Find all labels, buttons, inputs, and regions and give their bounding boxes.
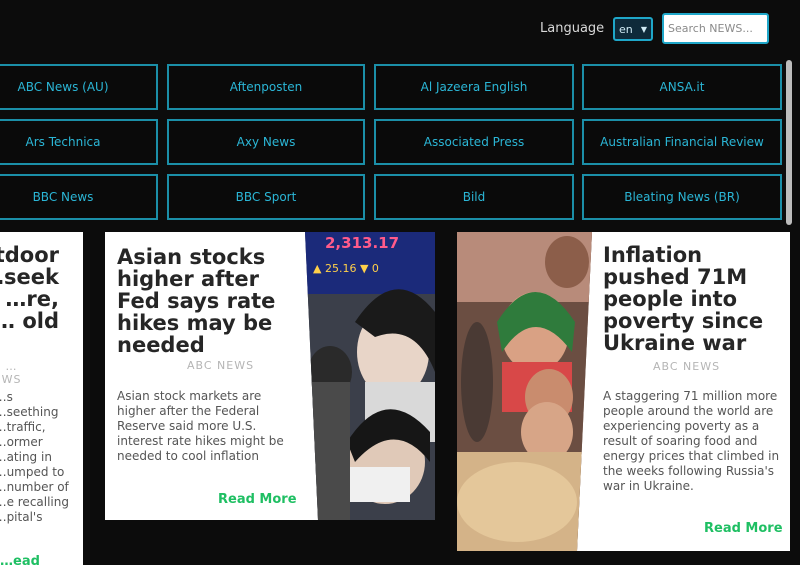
chevron-down-icon: ▼: [640, 24, 647, 34]
source-button[interactable]: Ars Technica: [0, 119, 158, 165]
article-description: A staggering 71 million more people arou…: [603, 389, 780, 493]
photo-graphic: [305, 232, 435, 520]
language-select[interactable]: en ▼: [613, 17, 653, 41]
article-source: ABC NEWS: [187, 359, 255, 372]
source-button[interactable]: BBC Sport: [167, 174, 365, 220]
source-button[interactable]: BBC News: [0, 174, 158, 220]
article-title: …tdoor …seek …re, … old: [0, 243, 59, 333]
search-placeholder: Search NEWS...: [668, 22, 753, 35]
source-button[interactable]: Axy News: [167, 119, 365, 165]
source-button[interactable]: Aftenposten: [167, 64, 365, 110]
article-description: Asian stock markets are higher after the…: [117, 389, 284, 463]
search-input[interactable]: Search NEWS...: [662, 13, 769, 44]
source-button[interactable]: Bild: [374, 174, 574, 220]
language-value: en: [619, 22, 633, 36]
article-title: Asian stocks higher after Fed says rate …: [117, 245, 276, 357]
source-button[interactable]: Al Jazeera English: [374, 64, 574, 110]
photo-graphic: [457, 232, 592, 551]
article-image: 2,313.17 ▲ 25.16 ▼ 0: [305, 232, 435, 520]
language-label: Language: [540, 21, 605, 36]
article-description: …s …seething …traffic, …ormer …ating in …: [0, 390, 69, 524]
read-more-link[interactable]: Read More: [218, 492, 297, 507]
source-button[interactable]: Associated Press: [374, 119, 574, 165]
source-button[interactable]: Bleating News (BR): [582, 174, 782, 220]
ticker-change: ▲ 25.16 ▼ 0: [313, 262, 379, 275]
article-source: …WS: [1, 360, 22, 386]
article-card[interactable]: Asian stocks higher after Fed says rate …: [105, 232, 435, 520]
article-title: Inflation pushed 71M people into poverty…: [603, 243, 764, 355]
article-card[interactable]: …tdoor …seek …re, … old …WS …s …seething…: [0, 232, 83, 565]
article-source: ABC NEWS: [653, 360, 721, 373]
read-more-link[interactable]: …ead More: [0, 554, 71, 565]
source-button[interactable]: Australian Financial Review: [582, 119, 782, 165]
article-card[interactable]: Inflation pushed 71M people into poverty…: [457, 232, 790, 551]
ticker-value: 2,313.17: [325, 234, 400, 252]
source-button[interactable]: ANSA.it: [582, 64, 782, 110]
article-image: [457, 232, 592, 551]
source-grid-scrollbar[interactable]: [786, 60, 792, 225]
top-bar: Language en ▼ Search NEWS...: [0, 0, 800, 60]
source-button[interactable]: ABC News (AU): [0, 64, 158, 110]
read-more-link[interactable]: Read More: [704, 521, 783, 536]
